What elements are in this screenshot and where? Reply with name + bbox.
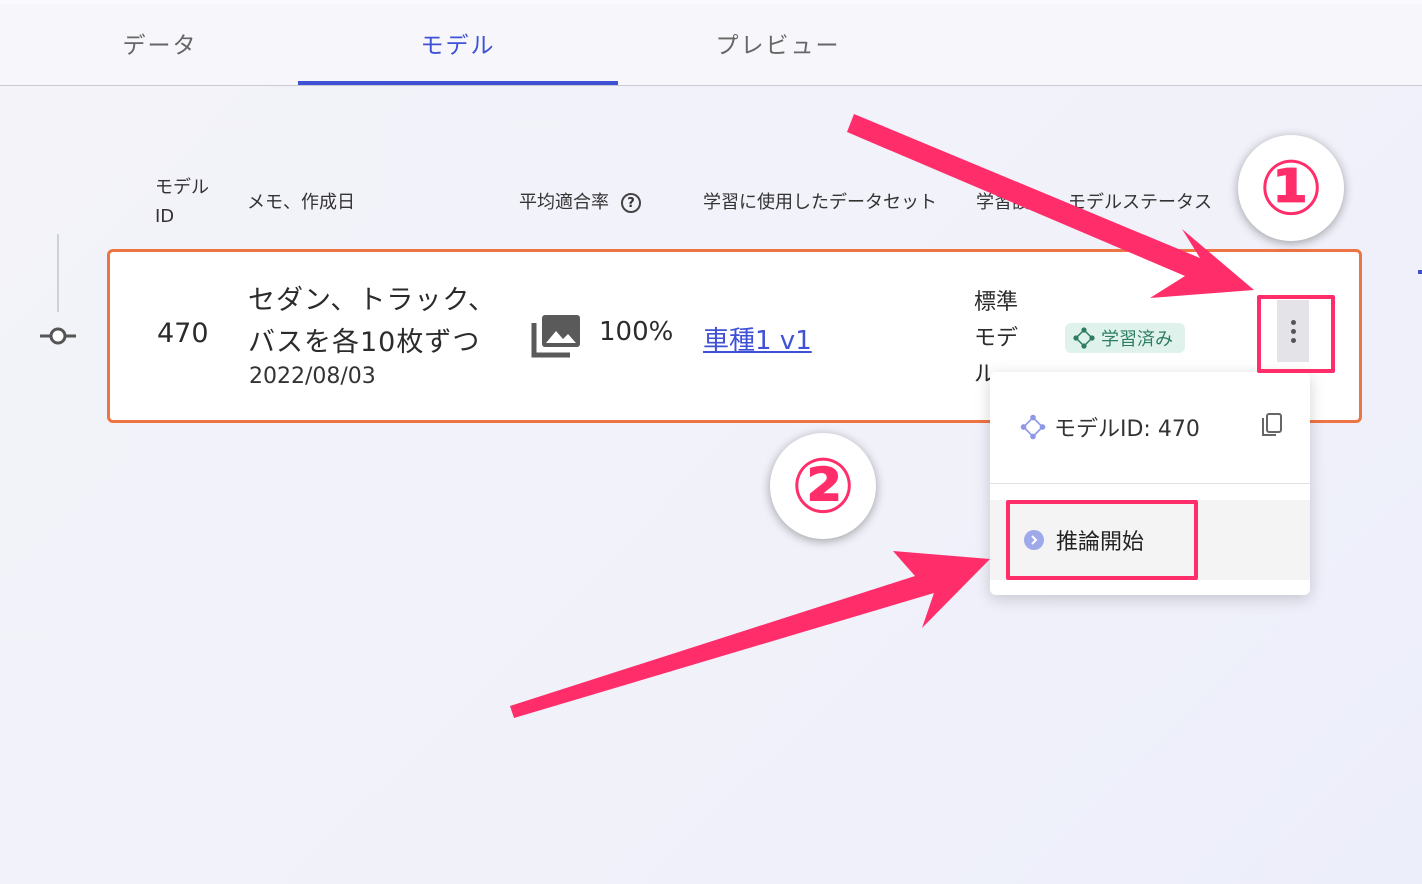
tab-bar: データ モデル プレビュー — [0, 0, 1422, 86]
timeline-line — [57, 234, 59, 312]
header-memo: メモ、作成日 — [247, 192, 355, 213]
row-dataset-link[interactable]: 車種1 v1 — [703, 320, 812, 357]
status-label: 学習済み — [1101, 329, 1173, 350]
model-diamond-icon — [1073, 327, 1095, 349]
header-accuracy: 平均適合率? — [519, 188, 641, 217]
header-dataset: 学習に使用したデータセット — [703, 192, 937, 213]
copy-icon[interactable] — [1260, 413, 1284, 439]
header-accuracy-label: 平均適合率 — [519, 192, 609, 213]
highlight-box-kebab — [1257, 295, 1335, 373]
tab-data[interactable]: データ — [0, 0, 320, 85]
scroll-edge-indicator — [1418, 270, 1422, 274]
row-model-id: 470 — [157, 318, 209, 349]
row-memo-line2: バスを各10枚ずつ — [248, 327, 481, 358]
photo-library-icon — [531, 315, 580, 358]
menu-model-id-label: モデルID: 470 — [1054, 417, 1200, 442]
timeline-node-icon — [40, 327, 76, 345]
row-memo: セダン、トラック、 バスを各10枚ずつ — [248, 280, 496, 364]
row-memo-line1: セダン、トラック、 — [248, 285, 496, 316]
tab-preview[interactable]: プレビュー — [618, 0, 938, 85]
tab-model[interactable]: モデル — [298, 0, 618, 85]
menu-item-model-id: モデルID: 470 — [990, 372, 1310, 482]
annotation-step-1: ① — [1238, 135, 1344, 241]
menu-divider — [990, 483, 1310, 484]
status-badge: 学習済み — [1065, 323, 1185, 353]
annotation-step-2: ② — [770, 433, 876, 539]
model-diamond-icon — [1020, 414, 1046, 440]
row-accuracy: 100% — [599, 317, 674, 347]
header-status: モデルステータス — [1068, 192, 1212, 213]
row-created-date: 2022/08/03 — [249, 364, 376, 389]
header-method: 学習設 — [976, 192, 1030, 213]
annotation-step-1-label: ① — [1258, 143, 1324, 232]
help-circle-icon[interactable]: ? — [621, 193, 641, 213]
header-model-id: モデル ID — [155, 177, 209, 227]
highlight-box-inference — [1006, 500, 1198, 580]
annotation-step-2-label: ② — [790, 441, 856, 530]
